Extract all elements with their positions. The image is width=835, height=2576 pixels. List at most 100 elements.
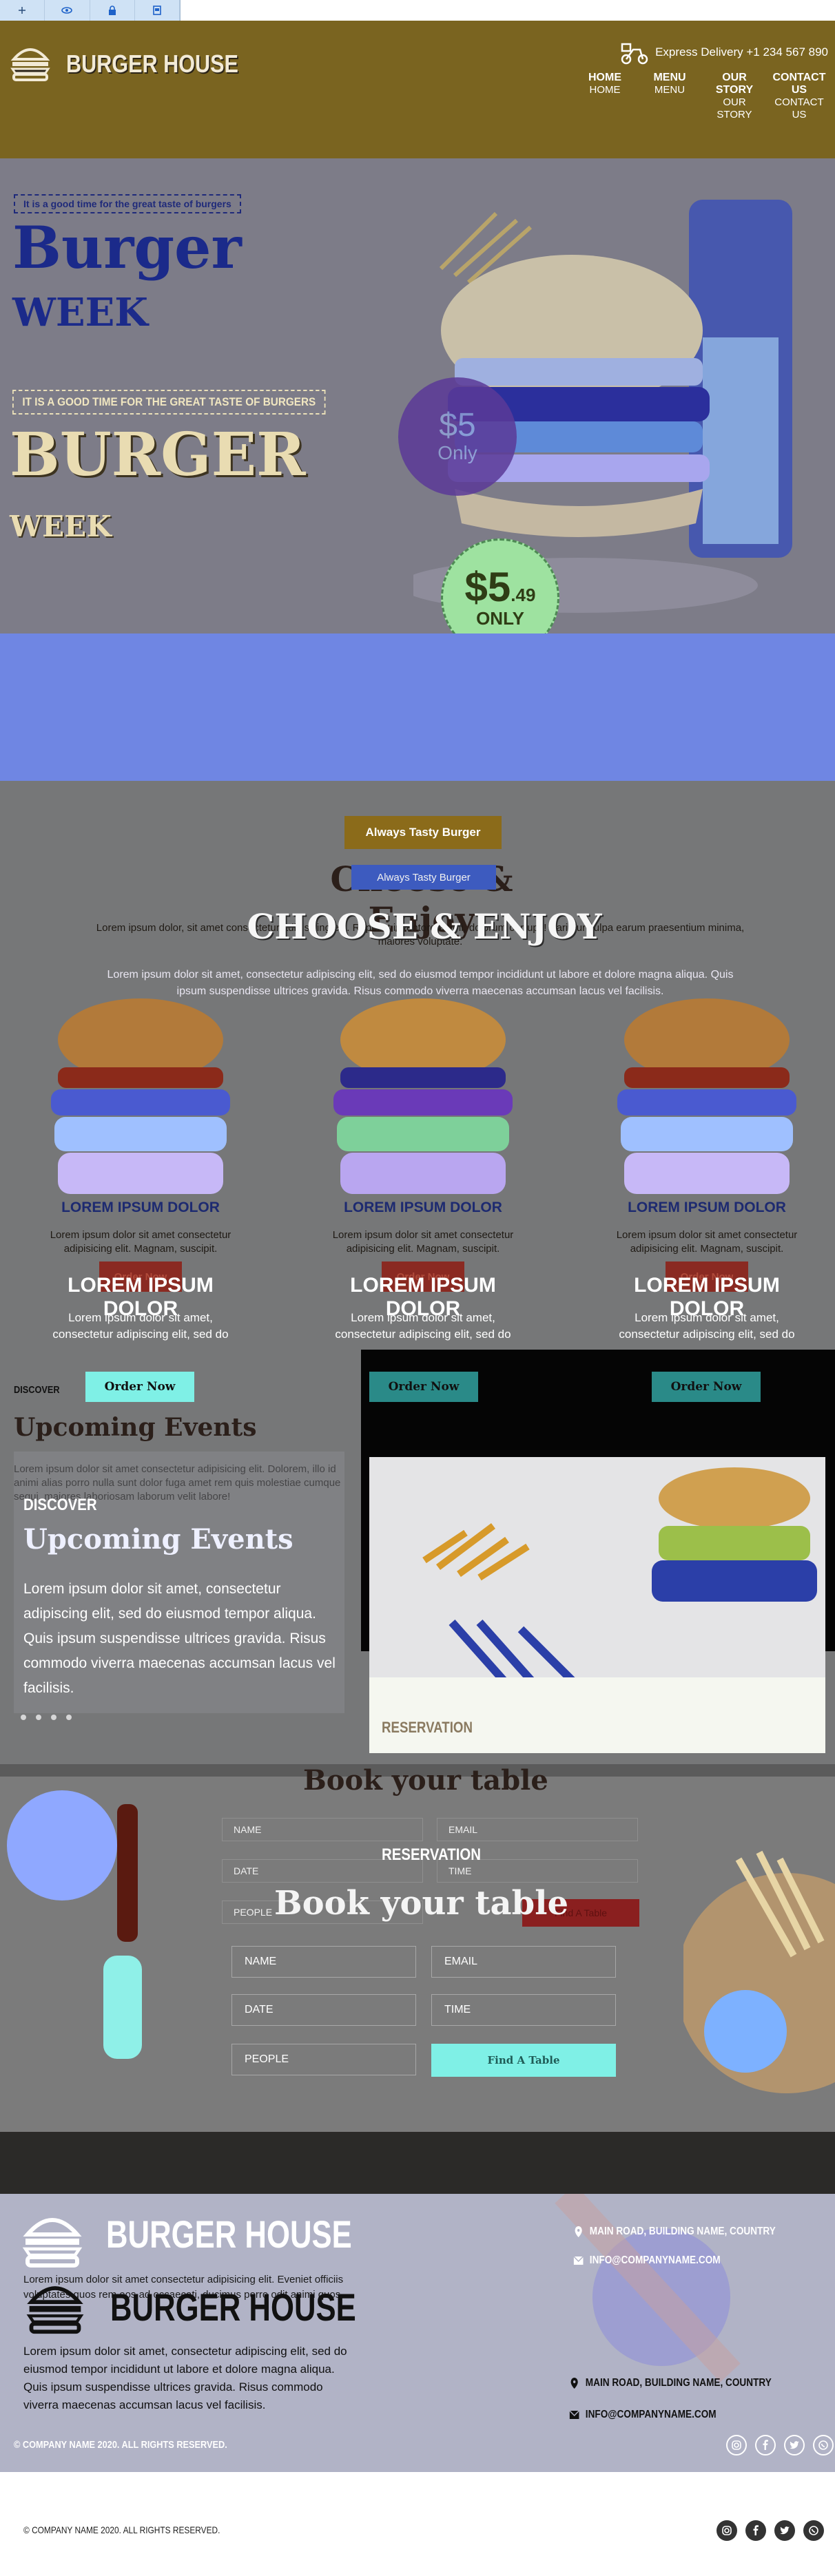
twitter-link-ghost[interactable] xyxy=(784,2435,805,2455)
twitter-icon xyxy=(780,2526,790,2535)
burger-image-3 xyxy=(617,998,796,1194)
nav-contact-us[interactable]: CONTACT US CONTACT US xyxy=(769,72,829,121)
time-field[interactable]: TIME xyxy=(431,1994,616,2026)
name-field[interactable]: NAME xyxy=(231,1946,416,1978)
discover-label-ghost: DISCOVER xyxy=(14,1384,60,1396)
footer-email-ghost-text: INFO@COMPANYNAME.COM xyxy=(589,2254,721,2266)
choose-enjoy-heading: CHOOSE & ENJOY xyxy=(247,906,602,947)
always-tasty-pill-2: Always Tasty Burger xyxy=(351,865,496,890)
date-field[interactable]: DATE xyxy=(231,1994,416,2026)
nav-home-label: HOME xyxy=(588,72,621,83)
copyright-ghost: © COMPANY NAME 2020. ALL RIGHTS RESERVED… xyxy=(14,2439,227,2451)
price-value: $5.49 xyxy=(464,563,536,610)
carousel-dots xyxy=(21,1715,72,1720)
footer-email-ghost[interactable]: INFO@COMPANYNAME.COM xyxy=(573,2254,721,2267)
hero-title-week: WEEK xyxy=(12,290,148,335)
menu-card-3-title-a: LOREM IPSUM DOLOR xyxy=(628,1200,786,1215)
facebook-link-ghost[interactable] xyxy=(755,2435,776,2455)
upcoming-events-heading: Upcoming Events xyxy=(23,1523,293,1556)
email-field[interactable]: EMAIL xyxy=(431,1946,616,1978)
whatsapp-link[interactable] xyxy=(803,2520,824,2541)
lock-icon xyxy=(108,6,116,15)
page-button[interactable] xyxy=(135,0,180,21)
page-icon xyxy=(153,6,161,15)
hero-title-burger: Burger xyxy=(12,213,242,282)
collapse-button[interactable] xyxy=(0,0,45,21)
scooter-icon xyxy=(621,43,648,65)
footer-brand[interactable]: BURGER HOUSE xyxy=(106,2212,352,2256)
instagram-link[interactable] xyxy=(717,2520,737,2541)
hero-title-week-2: WEEK xyxy=(10,510,112,543)
burger-logo-icon[interactable] xyxy=(8,39,52,83)
footer-address-text: MAIN ROAD, BUILDING NAME, COUNTRY xyxy=(585,2377,772,2389)
find-table-button[interactable]: Find A Table xyxy=(431,2044,616,2077)
mail-icon xyxy=(573,2256,584,2265)
whatsapp-link-ghost[interactable] xyxy=(813,2435,834,2455)
visibility-button[interactable] xyxy=(45,0,90,21)
facebook-icon xyxy=(763,2440,768,2450)
menu-card-1-desc-a: Lorem ipsum dolor sit amet consectetur a… xyxy=(50,1229,231,1255)
order-now-button-2[interactable]: Order Now xyxy=(369,1372,478,1402)
menu-card-1-title-a: LOREM IPSUM DOLOR xyxy=(61,1200,220,1215)
nav-our-story-sublabel: OUR STORY xyxy=(717,96,752,121)
burger-image-2 xyxy=(333,998,513,1194)
carousel-dot[interactable] xyxy=(36,1715,41,1720)
nav-menu-sublabel: MENU xyxy=(654,84,685,96)
nav-home-sublabel: HOME xyxy=(589,84,621,96)
footer-text: Lorem ipsum dolor sit amet, consectetur … xyxy=(23,2345,347,2411)
twitter-link[interactable] xyxy=(774,2520,795,2541)
discover-label: DISCOVER xyxy=(23,1496,97,1514)
express-delivery[interactable]: Express Delivery +1 234 567 890 xyxy=(619,40,828,65)
menu-card-2-desc: Lorem ipsum dolor sit amet, consectetur … xyxy=(335,1311,511,1341)
menu-card-2-desc-a: Lorem ipsum dolor sit amet consectetur a… xyxy=(332,1229,514,1255)
nav-menu-label: MENU xyxy=(653,72,686,83)
carousel-dot[interactable] xyxy=(51,1715,56,1720)
main-nav: HOME HOME MENU MENU OUR STORY OUR STORY CON… xyxy=(570,72,829,121)
burger-image-1 xyxy=(51,998,230,1194)
carousel-dot[interactable] xyxy=(66,1715,72,1720)
collapse-icon xyxy=(19,7,26,14)
nav-contact-label: CONTACT US xyxy=(772,72,826,96)
footer-email[interactable]: INFO@COMPANYNAME.COM xyxy=(569,2409,717,2421)
hero-title-burger-2: BURGER xyxy=(10,420,306,490)
delivery-text: Express Delivery +1 234 567 890 xyxy=(655,45,828,59)
footer-logo-icon[interactable] xyxy=(19,2203,85,2270)
twitter-icon xyxy=(790,2441,799,2449)
mail-icon xyxy=(569,2410,579,2419)
copyright: © COMPANY NAME 2020. ALL RIGHTS RESERVED… xyxy=(23,2524,220,2535)
order-now-button-3[interactable]: Order Now xyxy=(652,1372,761,1402)
nav-menu[interactable]: MENU MENU xyxy=(639,72,700,121)
nav-home[interactable]: HOME HOME xyxy=(575,72,635,121)
price-badge-ghost: $5 Only xyxy=(398,377,517,496)
order-now-button-1[interactable]: Order Now xyxy=(85,1372,194,1402)
footer-address: MAIN ROAD, BUILDING NAME, COUNTRY xyxy=(569,2377,772,2389)
reservation-subtitle: RESERVATION xyxy=(382,1845,481,1864)
instagram-link-ghost[interactable] xyxy=(726,2435,747,2455)
sauce-bottles-image xyxy=(7,1790,142,2059)
people-field[interactable]: PEOPLE xyxy=(231,2044,416,2075)
social-links-ghost xyxy=(726,2435,834,2455)
lock-button[interactable] xyxy=(90,0,135,21)
footer-brand-dark[interactable]: BURGER HOUSE xyxy=(110,2285,356,2329)
nav-our-story-label: OUR STORY xyxy=(715,72,754,96)
price-dollars: $5 xyxy=(464,563,511,610)
carousel-dot[interactable] xyxy=(21,1715,26,1720)
menu-card-2-title-a: LOREM IPSUM DOLOR xyxy=(344,1200,502,1215)
nav-contact-sublabel: CONTACT US xyxy=(774,96,824,121)
instagram-icon xyxy=(732,2440,741,2450)
events-text: Lorem ipsum dolor sit amet, consectetur … xyxy=(23,1581,336,1696)
eye-icon xyxy=(61,7,73,14)
hero-tagline-small: It is a good time for the great taste of… xyxy=(14,194,241,213)
social-links xyxy=(717,2520,824,2541)
menu-card-3: LOREM IPSUM DOLOR Lorem ipsum dolor sit … xyxy=(604,992,810,1341)
footer-logo-dark-icon[interactable] xyxy=(23,2272,87,2336)
name-field-ghost: NAME xyxy=(222,1818,423,1841)
brand-name[interactable]: BURGER HOUSE xyxy=(66,50,238,78)
facebook-link[interactable] xyxy=(745,2520,766,2541)
nav-our-story[interactable]: OUR STORY OUR STORY xyxy=(704,72,765,121)
book-table-ghost: Book your table xyxy=(303,1764,548,1797)
menu-card-3-desc-a: Lorem ipsum dolor sit amet consectetur a… xyxy=(616,1229,798,1255)
reservation-label: RESERVATION xyxy=(382,1719,473,1736)
whatsapp-icon xyxy=(809,2526,818,2535)
whatsapp-icon xyxy=(818,2440,828,2450)
